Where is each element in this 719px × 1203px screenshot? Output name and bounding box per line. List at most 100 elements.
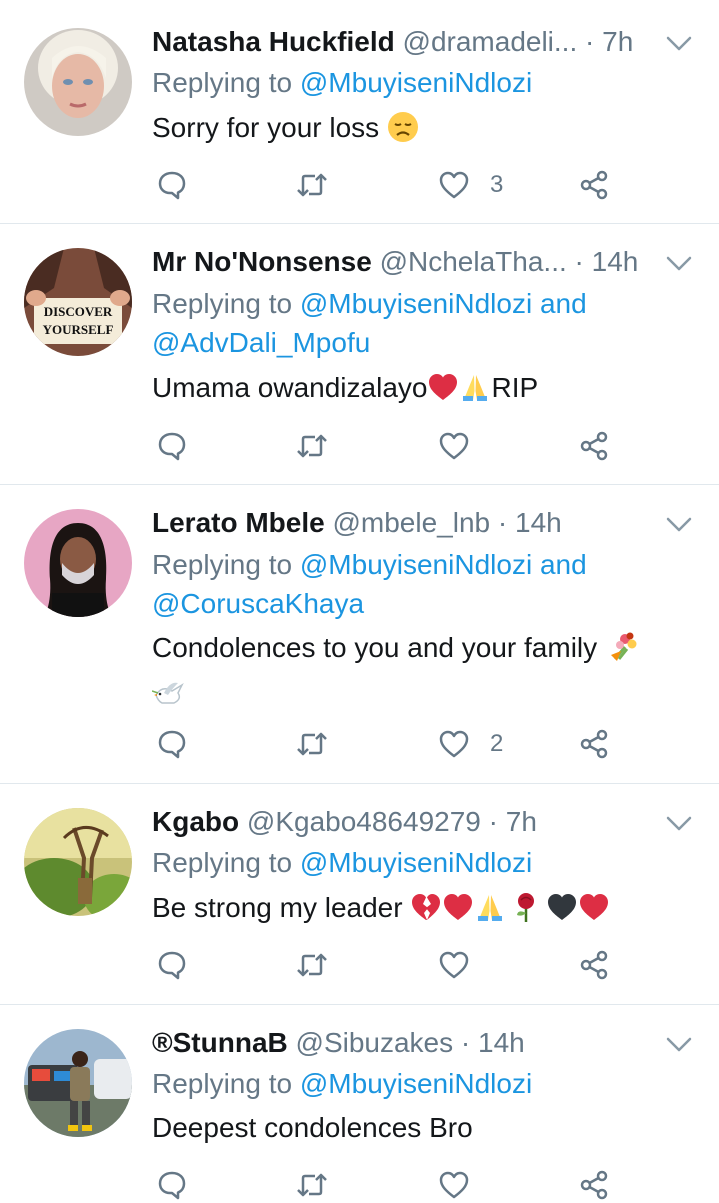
- tweet[interactable]: Natasha Huckfield @dramadeli... · 7h Rep…: [0, 0, 719, 224]
- avatar[interactable]: [24, 28, 132, 136]
- mention-link[interactable]: @MbuyiseniNdlozi: [300, 847, 532, 878]
- user-handle[interactable]: @Kgabo48649279: [247, 806, 481, 837]
- reply-icon: [158, 951, 186, 980]
- heart-icon: [439, 432, 469, 460]
- user-handle[interactable]: @mbele_lnb: [332, 507, 490, 538]
- folded-hands-emoji: [459, 371, 491, 414]
- display-name[interactable]: Mr No'Nonsense: [152, 246, 372, 277]
- tweet[interactable]: ®StunnaB @Sibuzakes · 14h Replying to @M…: [0, 1005, 719, 1203]
- replying-to: Replying to @MbuyiseniNdlozi: [152, 1064, 689, 1103]
- separator-dot: ·: [488, 806, 498, 837]
- retweet-button[interactable]: [296, 724, 328, 764]
- replying-to: Replying to @MbuyiseniNdlozi: [152, 63, 689, 102]
- display-name[interactable]: Lerato Mbele: [152, 507, 325, 538]
- like-button[interactable]: 2: [438, 724, 503, 764]
- like-button[interactable]: [438, 1165, 490, 1203]
- share-icon: [580, 950, 608, 980]
- reply-button[interactable]: [156, 165, 188, 205]
- tweet[interactable]: DISCOVER YOURSELF Mr No'Nonsense @Nchela…: [0, 224, 719, 485]
- reply-icon: [158, 432, 186, 461]
- reply-icon: [158, 1171, 186, 1200]
- tweet-actions: [152, 1165, 622, 1203]
- tweet-text: Condolences to you and your family: [151, 628, 679, 720]
- timestamp[interactable]: 14h: [592, 246, 639, 277]
- reply-button[interactable]: [156, 1165, 188, 1203]
- retweet-button[interactable]: [296, 1165, 328, 1203]
- red-heart-emoji: [427, 371, 459, 414]
- share-icon: [580, 170, 608, 200]
- replying-to-label: Replying to: [152, 288, 300, 319]
- tweet-text-content: Condolences to you and your family: [152, 632, 598, 663]
- reply-icon: [158, 171, 186, 200]
- tweet-actions: 3: [152, 165, 622, 205]
- user-handle[interactable]: @NchelaTha...: [380, 246, 567, 277]
- tweet[interactable]: Kgabo @Kgabo48649279 · 7h Replying to @M…: [0, 784, 719, 1005]
- replying-to-label: Replying to: [152, 847, 300, 878]
- display-name[interactable]: Kgabo: [152, 806, 239, 837]
- mention-link[interactable]: @MbuyiseniNdlozi: [300, 549, 532, 580]
- display-name[interactable]: Natasha Huckfield: [152, 26, 395, 57]
- avatar-sign-line-1: DISCOVER: [44, 304, 113, 319]
- retweet-button[interactable]: [296, 426, 328, 466]
- retweet-button[interactable]: [296, 945, 328, 985]
- retweet-button[interactable]: [296, 165, 328, 205]
- avatar[interactable]: DISCOVER YOURSELF: [24, 248, 132, 356]
- share-icon: [580, 431, 608, 461]
- like-count: 2: [490, 730, 504, 757]
- reply-button[interactable]: [156, 724, 188, 764]
- replying-to: Replying to @MbuyiseniNdlozi and @Corusc…: [152, 545, 689, 623]
- mention-link[interactable]: @AdvDali_Mpofu: [152, 327, 370, 358]
- timestamp[interactable]: 14h: [478, 1027, 525, 1058]
- separator-dot: ·: [460, 1027, 471, 1058]
- disappointed-face-emoji: [387, 111, 419, 154]
- mention-link[interactable]: @MbuyiseniNdlozi: [300, 67, 532, 98]
- timestamp[interactable]: 7h: [506, 806, 537, 837]
- reply-button[interactable]: [156, 426, 188, 466]
- avatar[interactable]: [24, 509, 132, 617]
- tweet-actions: [152, 945, 622, 985]
- retweet-icon: [297, 434, 327, 458]
- share-icon: [580, 729, 608, 759]
- red-heart-emoji: [442, 891, 474, 934]
- like-button[interactable]: [438, 945, 490, 985]
- timestamp[interactable]: 14h: [515, 507, 562, 538]
- avatar[interactable]: [24, 1029, 132, 1137]
- chevron-down-icon[interactable]: [665, 1035, 693, 1055]
- display-name[interactable]: ®StunnaB: [152, 1027, 288, 1058]
- folded-hands-emoji: [474, 891, 506, 934]
- rose-emoji: [512, 891, 540, 934]
- separator-dot: ·: [497, 507, 508, 538]
- dove-emoji: [151, 679, 186, 720]
- user-handle[interactable]: @dramadeli...: [403, 26, 578, 57]
- black-heart-emoji: [546, 891, 578, 934]
- tweet[interactable]: Lerato Mbele @mbele_lnb · 14h Replying t…: [0, 485, 719, 784]
- share-button[interactable]: [578, 1165, 610, 1203]
- share-button[interactable]: [578, 724, 610, 764]
- share-icon: [580, 1170, 608, 1200]
- user-handle[interactable]: @Sibuzakes: [296, 1027, 454, 1058]
- tweet-text: Sorry for your loss: [152, 108, 679, 154]
- share-button[interactable]: [578, 165, 610, 205]
- chevron-down-icon[interactable]: [665, 34, 693, 54]
- separator-dot: ·: [585, 26, 595, 57]
- like-button[interactable]: 3: [438, 165, 503, 205]
- tweet-text: Deepest condolences Bro: [152, 1108, 679, 1148]
- share-button[interactable]: [578, 945, 610, 985]
- mention-link[interactable]: @MbuyiseniNdlozi: [300, 1068, 532, 1099]
- share-button[interactable]: [578, 426, 610, 466]
- tweet-text-content: Deepest condolences Bro: [152, 1112, 473, 1143]
- tweet-header: Lerato Mbele @mbele_lnb · 14h: [152, 505, 659, 541]
- chevron-down-icon[interactable]: [665, 515, 693, 535]
- mention-link[interactable]: @CoruscaKhaya: [152, 588, 364, 619]
- like-button[interactable]: [438, 426, 490, 466]
- mention-link[interactable]: @MbuyiseniNdlozi: [300, 288, 532, 319]
- chevron-down-icon[interactable]: [665, 814, 693, 834]
- chevron-down-icon[interactable]: [665, 254, 693, 274]
- reply-button[interactable]: [156, 945, 188, 985]
- tweet-text-content: Sorry for your loss: [152, 112, 380, 143]
- broken-heart-emoji: [410, 891, 442, 934]
- tweet-text-suffix: RIP: [491, 372, 539, 403]
- avatar[interactable]: [24, 808, 132, 916]
- mention-joiner: and: [532, 549, 587, 580]
- timestamp[interactable]: 7h: [602, 26, 633, 57]
